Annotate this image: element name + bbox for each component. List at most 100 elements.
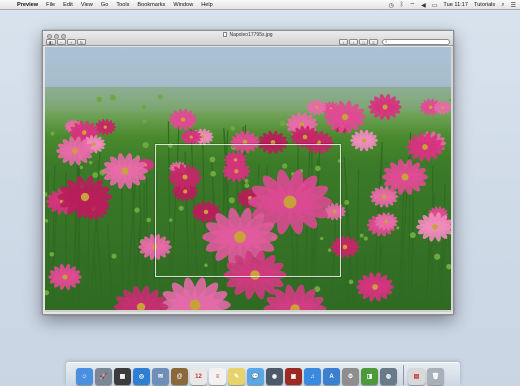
dock-calendar-icon[interactable]: 12 (190, 368, 207, 385)
toolbar-right: ‹ › □ ≡ ⌕ (339, 39, 450, 45)
dock-mail-icon[interactable]: ✉ (152, 368, 169, 385)
flower-center (441, 106, 444, 110)
dock-notes-icon[interactable]: ✎ (228, 368, 245, 385)
flower-stem (46, 230, 50, 311)
flower-bud (50, 131, 55, 136)
time-machine-icon[interactable]: ◷ (389, 2, 394, 9)
flower-stem (426, 237, 430, 311)
spotlight-icon[interactable]: ⌕ (501, 2, 504, 9)
flower-center (384, 219, 388, 224)
dock-itunes-icon[interactable]: ♫ (304, 368, 321, 385)
menu-edit[interactable]: Edit (63, 2, 73, 8)
flower-center (81, 130, 87, 135)
wifi-icon[interactable]: ⌔ (409, 1, 415, 9)
flower-center (422, 144, 428, 150)
menu-items: Preview File Edit View Go Tools Bookmark… (17, 2, 221, 8)
dock-trash-icon[interactable]: 🗑 (427, 368, 444, 385)
flower-center (121, 167, 129, 175)
menu-help[interactable]: Help (201, 2, 213, 8)
flower-center (189, 135, 193, 139)
title-bar[interactable]: Napoleo17795s.jpg ◧ − + ↻ ‹ › □ ≡ ⌕ (43, 31, 453, 46)
flower-center (341, 113, 349, 121)
menu-tools[interactable]: Tools (116, 2, 129, 8)
dock-launchpad-icon[interactable]: 🚀 (95, 368, 112, 385)
flower-stem (355, 169, 360, 311)
horizontal-scrollbar[interactable] (45, 310, 451, 312)
dock-facetime-icon[interactable]: ◉ (266, 368, 283, 385)
search-input[interactable]: ⌕ (382, 39, 450, 45)
menu-window[interactable]: Window (173, 2, 193, 8)
flower-center (372, 284, 378, 290)
selection-rectangle[interactable] (155, 144, 341, 277)
preview-window: Napoleo17795s.jpg ◧ − + ↻ ‹ › □ ≡ ⌕ (42, 30, 454, 315)
flower-center (80, 192, 90, 202)
flower-center (429, 105, 433, 109)
dock-reminders-icon[interactable]: ≡ (209, 368, 226, 385)
window-title: Napoleo17795s.jpg (43, 32, 453, 38)
search-icon: ⌕ (385, 39, 388, 44)
flower-bud (279, 120, 286, 127)
flower-center (103, 125, 107, 129)
flower-bud (142, 119, 147, 124)
menu-go[interactable]: Go (101, 2, 108, 8)
flower-bud (142, 141, 149, 149)
flower-center (382, 104, 388, 110)
flower-bud (49, 251, 55, 257)
menu-bar: Preview File Edit View Go Tools Bookmark… (0, 0, 520, 10)
flower-center (62, 274, 68, 280)
image-canvas[interactable] (45, 47, 451, 311)
vertical-scrollbar[interactable] (451, 47, 453, 311)
bluetooth-icon[interactable]: ᛒ (400, 2, 404, 8)
volume-icon[interactable]: ◀ (421, 2, 426, 9)
flower-bud (409, 232, 416, 239)
sidebar-toggle-button[interactable]: ◧ (46, 39, 56, 45)
flower-stem (402, 259, 406, 311)
dock-preview-icon[interactable]: ◨ (361, 368, 378, 385)
dock-system-preferences-icon[interactable]: ⚙ (342, 368, 359, 385)
flower-bud (79, 165, 84, 170)
flower-center (381, 194, 387, 199)
flower-center (180, 117, 186, 122)
dock-mission-control-icon[interactable]: ▦ (114, 368, 131, 385)
dock-messages-icon[interactable]: 💬 (247, 368, 264, 385)
rotate-button[interactable]: ↻ (76, 39, 87, 45)
menu-view[interactable]: View (81, 2, 93, 8)
flower-center (315, 105, 319, 109)
dock-safari-icon[interactable]: ◎ (133, 368, 150, 385)
zoom-out-button[interactable]: − (56, 39, 66, 45)
zoom-in-button[interactable]: + (66, 39, 76, 45)
dock-documents-icon[interactable]: ▤ (408, 368, 425, 385)
dock-photo-booth-icon[interactable]: ▣ (285, 368, 302, 385)
user-menu[interactable]: Tutorials (474, 2, 495, 8)
flower-stem (93, 251, 98, 311)
flower-stem (96, 226, 105, 311)
flower-bud (45, 290, 50, 296)
notification-center-icon[interactable]: ☰ (511, 2, 516, 9)
menu-file[interactable]: File (46, 2, 55, 8)
battery-icon[interactable]: ▭ (432, 2, 438, 9)
flower-center (361, 138, 367, 143)
dock-icons: ☺ 🚀 ▦ ◎ ✉ @12 ≡ ✎ 💬 ◉ ▣ ♫ A ⚙ ◨ ◍ ▤ 🗑 (76, 359, 460, 385)
flower-bud (96, 96, 103, 103)
previous-button[interactable]: ‹ (339, 39, 348, 45)
menu-preview[interactable]: Preview (17, 2, 38, 8)
dock-network-utility-icon[interactable]: ◍ (380, 368, 397, 385)
select-tool-button[interactable]: □ (359, 39, 368, 45)
flower (350, 129, 379, 152)
window-title-text: Napoleo17795s.jpg (229, 32, 273, 38)
flower-center (91, 142, 96, 147)
flower-bud (45, 219, 49, 223)
edit-toolbar-button[interactable]: ≡ (369, 39, 378, 45)
flower-center (432, 224, 438, 230)
flower-bud (344, 200, 350, 205)
clock[interactable]: Tue 11:17 (443, 2, 468, 8)
dock-finder-icon[interactable]: ☺ (76, 368, 93, 385)
next-button[interactable]: › (349, 39, 358, 45)
flower-bud (348, 279, 354, 285)
flower-center (302, 134, 308, 140)
dock-app-store-icon[interactable]: A (323, 368, 340, 385)
flower (101, 153, 149, 189)
flower-stem (121, 179, 124, 311)
dock-contacts-icon[interactable]: @ (171, 368, 188, 385)
menu-bookmarks[interactable]: Bookmarks (137, 2, 165, 8)
